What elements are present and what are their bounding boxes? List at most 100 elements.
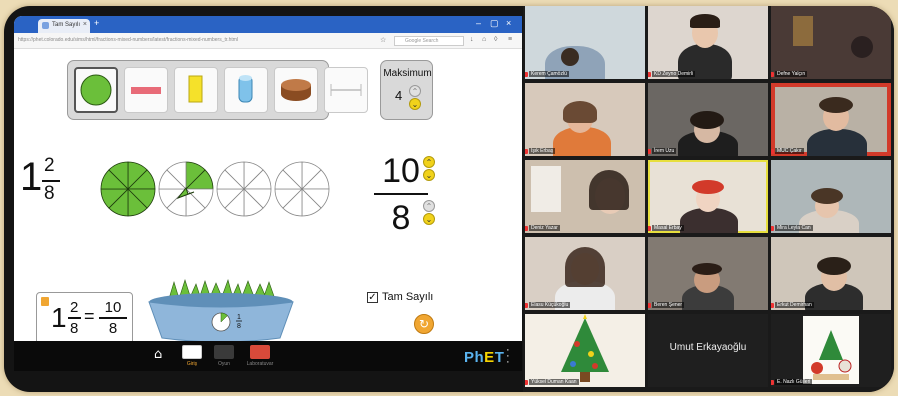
maximum-decrease-button[interactable]: ⌄ — [409, 98, 421, 110]
participant-tile[interactable]: Yüksel Duman Kaan — [525, 314, 645, 387]
maximize-icon[interactable]: ▢ — [490, 18, 499, 29]
equation-denominator: 8 — [70, 320, 79, 337]
participant-tile[interactable]: Işık Erbaş — [525, 83, 645, 156]
participant-tile[interactable]: Elasu Küçükoğlu — [525, 237, 645, 310]
fraction-circles[interactable] — [98, 156, 338, 222]
participant-tile[interactable]: Erkut Demirhan — [771, 237, 891, 310]
numerator-decrease-button[interactable]: ⌄ — [423, 169, 435, 181]
participant-tile[interactable]: Mira Leyla Can — [771, 160, 891, 233]
participant-tile[interactable]: KD Zeyno Demirli — [648, 6, 768, 79]
tab-close-icon[interactable]: × — [83, 21, 87, 28]
fraction-circle[interactable] — [274, 161, 330, 217]
maximum-label: Maksimum — [383, 68, 432, 79]
equation-panel: 1 2 8 = 10 8 — [36, 292, 133, 347]
participant-name: MUC Çakır — [775, 148, 804, 154]
mixed-number-checkbox-label: Tam Sayılı — [382, 291, 434, 303]
participant-name: Masal Erbay — [652, 225, 684, 231]
nav-intro-button[interactable] — [182, 345, 202, 359]
shape-number-line-button[interactable] — [324, 67, 368, 113]
participant-name: E. Nazlı Gülleri — [775, 379, 813, 385]
home-icon[interactable]: ⌂ — [482, 36, 486, 43]
mic-muted-icon — [525, 226, 528, 231]
shape-cake-button[interactable] — [274, 67, 318, 113]
greeting-card-image — [803, 316, 859, 384]
participant-name: Deniz Yazar — [529, 225, 560, 231]
mic-muted-icon — [771, 380, 774, 385]
shape-circle-button[interactable] — [74, 67, 118, 113]
participant-tile[interactable]: Kerem Çamözlü — [525, 6, 645, 79]
nav-game-label: Oyun — [218, 361, 230, 367]
equation-improper-bar — [99, 317, 127, 319]
shield-icon[interactable]: ◊ — [494, 36, 497, 43]
participant-name-center: Umut Erkayaoğlu — [669, 342, 747, 353]
browser-window: Tam Sayılı × + – ▢ × https://phet.colora… — [14, 16, 522, 371]
url-field[interactable]: https://phet.colorado.edu/sims/html/frac… — [18, 37, 358, 43]
close-icon[interactable]: × — [506, 18, 511, 28]
shape-rectangle-button[interactable] — [124, 67, 168, 113]
denominator-increase-button[interactable]: ⌃ — [423, 200, 435, 212]
rectangle-shape-icon — [131, 87, 161, 94]
participant-tile[interactable]: MUC Çakır — [771, 83, 891, 156]
improper-fraction-bar — [374, 193, 428, 195]
participant-tile[interactable]: Deniz Yazar — [525, 160, 645, 233]
equation-equals: = — [84, 306, 95, 326]
mic-muted-icon — [525, 303, 528, 308]
mic-muted-icon — [648, 303, 651, 308]
phet-logo: PhET — [464, 349, 505, 366]
nav-intro-label: Giriş — [186, 361, 198, 367]
participant-name: Defne Yalçın — [775, 71, 808, 77]
equation-improper-denominator: 8 — [108, 320, 118, 337]
participant-name: İrem Uzu — [652, 148, 677, 154]
new-tab-icon[interactable]: + — [94, 18, 99, 28]
piece-bucket[interactable]: 1 8 — [144, 272, 294, 344]
screen-frame: Tam Sayılı × + – ▢ × https://phet.colora… — [4, 6, 894, 392]
mic-muted-icon — [525, 72, 528, 77]
mixed-denominator: 8 — [44, 183, 55, 204]
participant-name: Yüksel Duman Kaan — [529, 379, 579, 385]
maximum-panel: Maksimum 4 ⌃ ⌄ — [380, 60, 433, 120]
participant-tile[interactable]: E. Nazlı Gülleri — [771, 314, 891, 387]
phet-menu-icon[interactable]: · · · — [506, 345, 510, 368]
nav-game-button[interactable] — [214, 345, 234, 359]
participant-tile[interactable]: Defne Yalçın — [771, 6, 891, 79]
checkbox-check-icon[interactable]: ✓ — [367, 292, 378, 303]
equation-improper-numerator: 10 — [104, 299, 122, 316]
participant-tile[interactable]: Beren Şener — [648, 237, 768, 310]
denominator-decrease-button[interactable]: ⌄ — [423, 213, 435, 225]
shape-cylinder-button[interactable] — [224, 67, 268, 113]
home-screen-icon[interactable]: ⌂ — [154, 347, 162, 362]
download-icon[interactable]: ↓ — [470, 36, 474, 43]
participant-name: Beren Şener — [652, 302, 685, 308]
browser-tab[interactable]: Tam Sayılı × — [38, 19, 90, 33]
maximum-increase-button[interactable]: ⌃ — [409, 85, 421, 97]
minimize-icon[interactable]: – — [476, 18, 481, 28]
bucket-piece-denominator: 8 — [237, 323, 241, 330]
fraction-circle[interactable] — [100, 161, 156, 217]
reset-button[interactable]: ↻ — [414, 314, 434, 334]
video-gallery: Kerem Çamözlü KD Zeyno Demirli Defne Yal… — [523, 6, 894, 392]
participant-name: Erkut Demirhan — [775, 302, 814, 308]
shape-selector — [67, 60, 368, 120]
mixed-fraction-bar — [42, 180, 60, 182]
shape-bar-button[interactable] — [174, 67, 218, 113]
equation-whole: 1 — [51, 302, 67, 333]
participant-tile-active-speaker[interactable]: Masal Erbay — [648, 160, 768, 233]
equation-toggle-icon[interactable] — [41, 297, 49, 306]
fraction-circle[interactable] — [216, 161, 272, 217]
search-input[interactable]: Google Search — [394, 36, 464, 46]
bookmark-star-icon[interactable]: ☆ — [380, 36, 386, 44]
participant-name: Işık Erbaş — [529, 148, 556, 154]
christmas-tree-icon — [561, 314, 609, 382]
participant-tile[interactable]: Umut Erkayaoğlu — [648, 314, 768, 387]
nav-lab-button[interactable] — [250, 345, 270, 359]
improper-numerator: 10 — [382, 152, 420, 190]
circle-shape-icon — [80, 74, 112, 106]
numerator-increase-button[interactable]: ⌃ — [423, 156, 435, 168]
maximum-value: 4 — [395, 88, 403, 103]
mixed-whole: 1 — [20, 155, 43, 199]
tab-bar: Tam Sayılı × + – ▢ × — [14, 16, 522, 33]
participant-name: KD Zeyno Demirli — [652, 71, 696, 77]
participant-tile[interactable]: İrem Uzu — [648, 83, 768, 156]
mic-muted-icon — [771, 149, 774, 154]
menu-icon[interactable]: ≡ — [508, 36, 512, 43]
